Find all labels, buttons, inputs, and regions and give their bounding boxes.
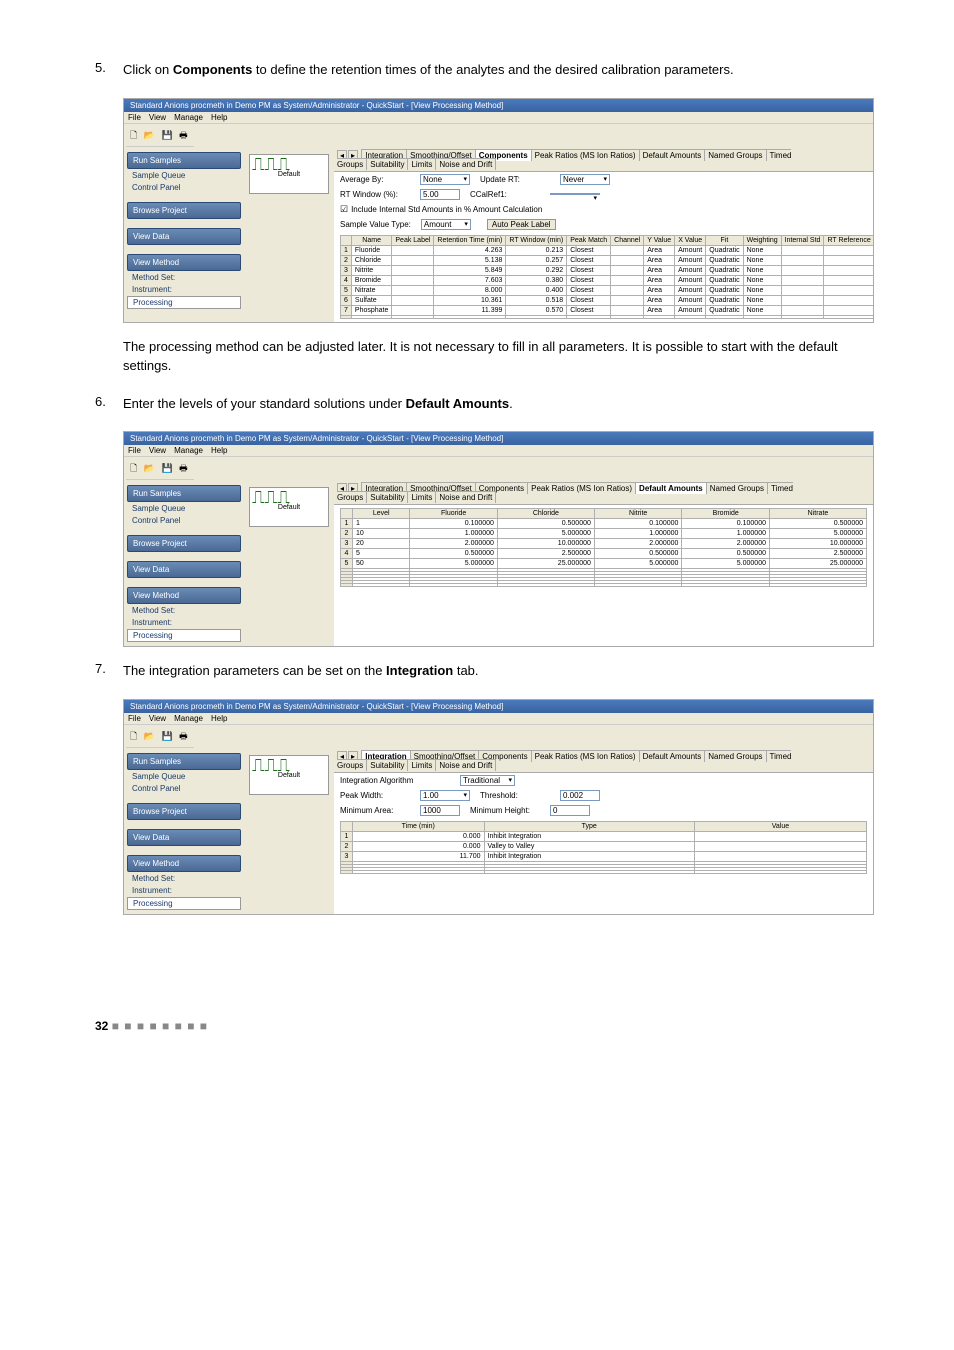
table-row: 7Phosphate11.3990.570ClosestAreaAmountQu…: [341, 305, 874, 315]
view-method-btn[interactable]: View Method: [127, 254, 241, 271]
table-row: 311.700Inhibit Integration: [341, 851, 867, 861]
integration-algorithm-select[interactable]: Traditional: [460, 775, 515, 786]
average-by-select[interactable]: None: [420, 174, 470, 185]
table-row: 5Nitrate8.0000.400ClosestAreaAmountQuadr…: [341, 285, 874, 295]
auto-peak-label-btn[interactable]: Auto Peak Label: [487, 219, 556, 230]
rt-window-input[interactable]: 5.00: [420, 189, 460, 200]
left-sidebar: Run Samples Sample Queue Control Panel B…: [124, 149, 244, 322]
update-rt-select[interactable]: Never: [560, 174, 610, 185]
include-internal-chk[interactable]: Include Internal Std Amounts in % Amount…: [340, 204, 542, 215]
peak-width-input[interactable]: 1.00: [420, 790, 470, 801]
table-row: 10.000Inhibit Integration: [341, 831, 867, 841]
footer-dots: ■ ■ ■ ■ ■ ■ ■ ■: [112, 1019, 208, 1033]
sample-value-type-select[interactable]: Amount: [421, 219, 471, 230]
window-title: Standard Anions procmeth in Demo PM as S…: [124, 99, 873, 112]
after-item5-text: The processing method can be adjusted la…: [123, 337, 874, 376]
menubar[interactable]: FileViewManageHelp: [124, 445, 873, 457]
page-number: 32: [95, 1019, 108, 1033]
table-row: 20.000Valley to Valley: [341, 841, 867, 851]
table-row: 5505.00000025.0000005.0000005.00000025.0…: [341, 559, 867, 569]
page-footer: 32 ■ ■ ■ ■ ■ ■ ■ ■: [0, 1009, 954, 1033]
table-row: 2Chloride5.1380.257ClosestAreaAmountQuad…: [341, 255, 874, 265]
item7-number: 7.: [95, 661, 123, 681]
table-row: 3202.00000010.0000002.0000002.00000010.0…: [341, 539, 867, 549]
table-row: 4Bromide7.6030.380ClosestAreaAmountQuadr…: [341, 275, 874, 285]
table-row: 3Nitrite5.8490.292ClosestAreaAmountQuadr…: [341, 265, 874, 275]
sample-queue-link[interactable]: Sample Queue: [127, 170, 241, 181]
view-data-btn[interactable]: View Data: [127, 228, 241, 245]
item6-number: 6.: [95, 394, 123, 414]
item7-text: The integration parameters can be set on…: [123, 661, 874, 681]
table-row: 6Sulfate10.3610.518ClosestAreaAmountQuad…: [341, 295, 874, 305]
threshold-input[interactable]: 0.002: [560, 790, 600, 801]
ccalref-select[interactable]: [550, 193, 600, 195]
item5-number: 5.: [95, 60, 123, 80]
integration-events-table[interactable]: Time (min)TypeValue 10.000Inhibit Integr…: [340, 821, 867, 874]
min-area-input[interactable]: 1000: [420, 805, 460, 816]
item6-text: Enter the levels of your standard soluti…: [123, 394, 874, 414]
table-row: 110.1000000.5000000.1000000.1000000.5000…: [341, 519, 867, 529]
window-title: Standard Anions procmeth in Demo PM as S…: [124, 700, 873, 713]
table-row: 450.5000002.5000000.5000000.5000002.5000…: [341, 549, 867, 559]
table-row: 1Fluoride4.2630.213ClosestAreaAmountQuad…: [341, 245, 874, 255]
toolbar-icons[interactable]: 🗋 📂 💾 🖶: [126, 126, 194, 147]
table-row: 2101.0000005.0000001.0000001.0000005.000…: [341, 529, 867, 539]
screenshot-default-amounts: Standard Anions procmeth in Demo PM as S…: [123, 431, 874, 647]
run-samples-btn[interactable]: Run Samples: [127, 152, 241, 169]
menubar[interactable]: FileViewManageHelp: [124, 112, 873, 124]
screenshot-components: Standard Anions procmeth in Demo PM as S…: [123, 98, 874, 323]
chromatogram-icon: ⎍⎍⎍: [252, 157, 326, 171]
tab-bar: ◂▸ IntegrationSmoothing/OffsetComponents…: [334, 149, 873, 172]
window-title: Standard Anions procmeth in Demo PM as S…: [124, 432, 873, 445]
default-amounts-table[interactable]: LevelFluorideChlorideNitriteBromideNitra…: [340, 508, 867, 587]
screenshot-integration: Standard Anions procmeth in Demo PM as S…: [123, 699, 874, 915]
thumbnail[interactable]: ⎍⎍⎍ Default: [249, 154, 329, 194]
browse-project-btn[interactable]: Browse Project: [127, 202, 241, 219]
item5-text: Click on Components to define the retent…: [123, 60, 874, 80]
control-panel-link[interactable]: Control Panel: [127, 182, 241, 193]
min-height-input[interactable]: 0: [550, 805, 590, 816]
components-table[interactable]: NamePeak LabelRetention Time (min)RT Win…: [340, 235, 873, 319]
tab-default-amounts[interactable]: Default Amounts: [635, 482, 707, 494]
